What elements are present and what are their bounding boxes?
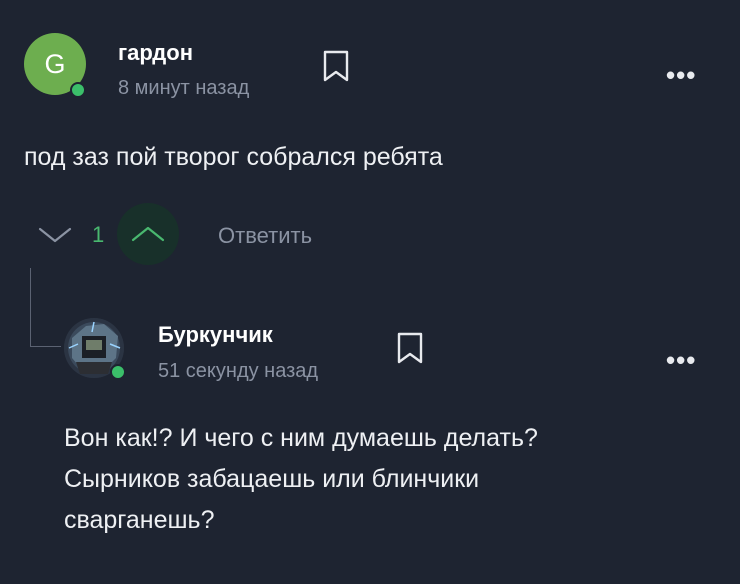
reply-text: Вон как!? И чего с ним думаешь делать? С… [64, 418, 704, 541]
reply-text-line: Вон как!? И чего с ним думаешь делать? [64, 424, 538, 452]
reply-text-line: Сырников забацаешь или блинчики [64, 465, 480, 493]
online-indicator [110, 364, 126, 380]
comment-text: под заз пой творог собрался ребята [24, 143, 443, 171]
vote-count: 1 [92, 222, 105, 247]
reply-time: 51 секунду назад [158, 360, 319, 382]
upvote-button[interactable] [117, 203, 179, 265]
thread-line [30, 268, 61, 347]
downvote-icon[interactable] [38, 226, 72, 244]
comment-username[interactable]: гардон [118, 40, 193, 66]
comment-time: 8 минут назад [118, 77, 250, 99]
upvote-icon [131, 226, 165, 242]
online-indicator [70, 82, 86, 98]
more-options-icon[interactable]: ••• [666, 345, 696, 376]
reply-username[interactable]: Буркунчик [158, 322, 273, 348]
reply-text-line: сварганешь? [64, 506, 215, 534]
avatar-letter: G [44, 48, 66, 79]
reply-button[interactable]: Ответить [218, 223, 312, 249]
bookmark-icon[interactable] [322, 49, 350, 83]
more-options-icon[interactable]: ••• [666, 60, 696, 91]
bookmark-icon[interactable] [396, 331, 424, 365]
